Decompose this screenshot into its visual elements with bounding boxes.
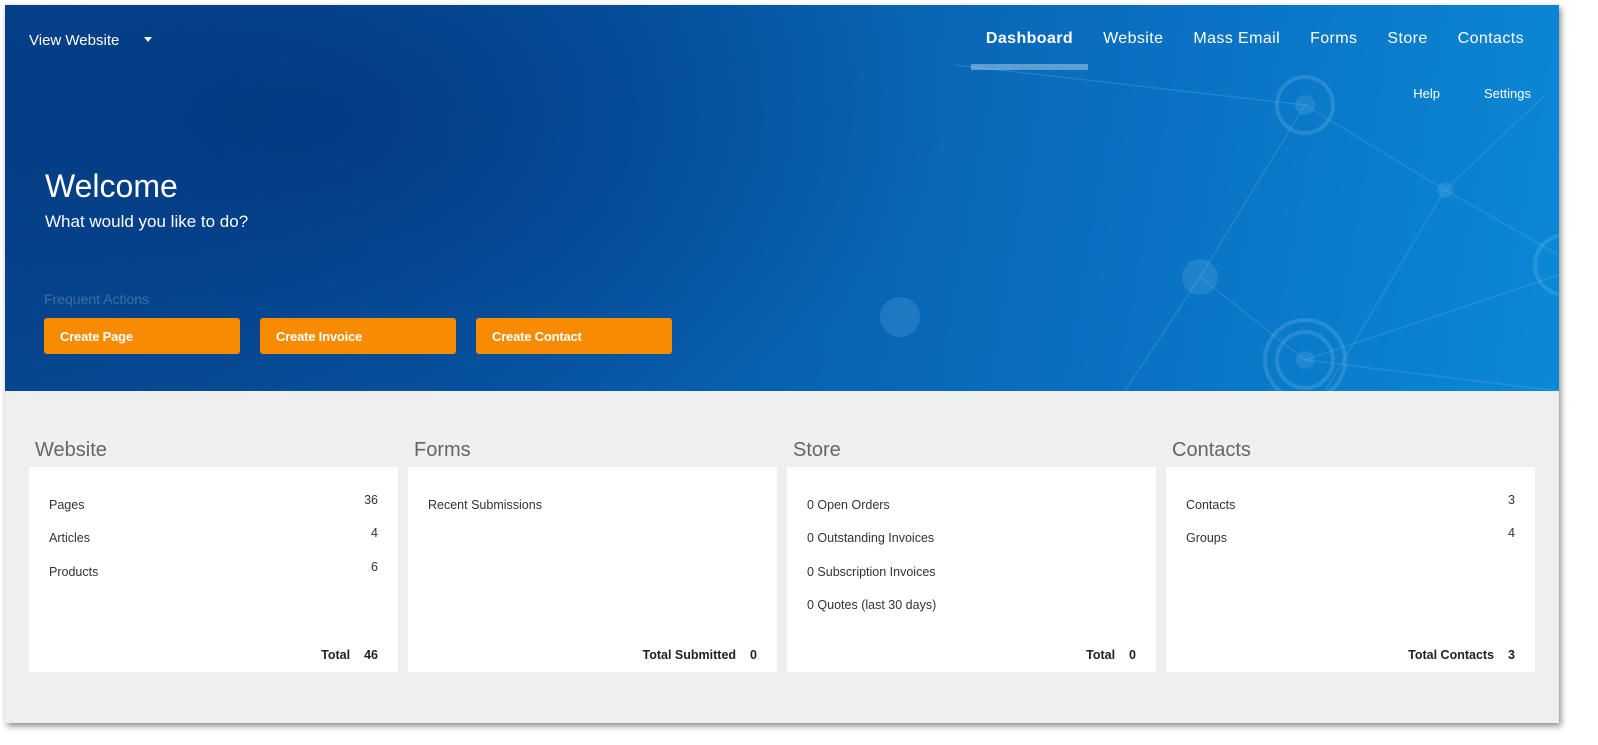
total-value: 46: [364, 648, 378, 662]
total-value: 0: [750, 648, 757, 662]
row-label: 0 Open Orders: [807, 498, 890, 512]
contacts-panel-card: Contacts 3 Groups 4 Total Contacts 3: [1166, 467, 1535, 672]
frequent-actions: Create Page Create Invoice Create Contac…: [44, 318, 672, 354]
website-row-products[interactable]: Products 6: [49, 560, 378, 583]
website-panel: Website Pages 36 Articles 4 Products 6 T…: [29, 439, 398, 672]
row-label: Contacts: [1186, 498, 1236, 512]
store-row-outstanding-invoices[interactable]: 0 Outstanding Invoices: [807, 529, 1136, 549]
row-label: 0 Outstanding Invoices: [807, 531, 935, 545]
row-label: Products: [49, 565, 99, 579]
view-website-dropdown[interactable]: View Website: [29, 30, 155, 50]
app-window: View Website Dashboard Website Mass Emai…: [5, 5, 1559, 723]
row-label: Pages: [49, 498, 85, 512]
create-invoice-button[interactable]: Create Invoice: [260, 318, 456, 354]
view-website-label: View Website: [29, 31, 120, 49]
nav-dashboard[interactable]: Dashboard: [970, 27, 1089, 70]
create-contact-button[interactable]: Create Contact: [476, 318, 672, 354]
store-panel: Store 0 Open Orders 0 Outstanding Invoic…: [787, 439, 1156, 672]
contacts-total: Total Contacts 3: [1408, 648, 1515, 662]
nav-mass-email[interactable]: Mass Email: [1178, 27, 1295, 51]
main-navigation: Dashboard Website Mass Email Forms Store…: [970, 27, 1539, 70]
row-value: 6: [371, 560, 378, 574]
frequent-actions-label: Frequent Actions: [44, 291, 150, 307]
total-label: Total Submitted: [642, 648, 737, 662]
store-panel-card: 0 Open Orders 0 Outstanding Invoices 0 S…: [787, 467, 1156, 672]
dashboard-panels: Website Pages 36 Articles 4 Products 6 T…: [29, 439, 1535, 672]
row-label: 0 Quotes (last 30 days): [807, 598, 937, 612]
row-value: 36: [364, 493, 378, 507]
total-label: Total: [321, 648, 351, 662]
row-value: 4: [1508, 526, 1515, 540]
nav-contacts[interactable]: Contacts: [1443, 27, 1539, 51]
hero-banner: View Website Dashboard Website Mass Emai…: [5, 5, 1559, 391]
nav-forms[interactable]: Forms: [1295, 27, 1372, 51]
total-label: Total Contacts: [1408, 648, 1495, 662]
row-label: 0 Subscription Invoices: [807, 565, 936, 579]
website-panel-title: Website: [35, 439, 107, 461]
store-total: Total 0: [1086, 648, 1136, 662]
secondary-navigation: Help Settings: [1413, 86, 1531, 101]
caret-down-icon: [141, 33, 155, 47]
website-panel-card: Pages 36 Articles 4 Products 6 Total 46: [29, 467, 398, 672]
store-panel-title: Store: [793, 439, 841, 461]
contacts-panel-title: Contacts: [1172, 439, 1251, 461]
row-value: 4: [371, 526, 378, 540]
contacts-row-contacts[interactable]: Contacts 3: [1186, 493, 1515, 516]
forms-total: Total Submitted 0: [643, 648, 757, 662]
store-row-quotes[interactable]: 0 Quotes (last 30 days): [807, 596, 1136, 616]
row-value: 3: [1508, 493, 1515, 507]
help-link[interactable]: Help: [1413, 86, 1440, 101]
total-value: 0: [1129, 648, 1136, 662]
website-row-articles[interactable]: Articles 4: [49, 526, 378, 549]
nav-website[interactable]: Website: [1088, 27, 1178, 51]
welcome-subtitle: What would you like to do?: [45, 212, 249, 231]
forms-panel-title: Forms: [414, 439, 471, 461]
forms-panel: Forms Recent Submissions Total Submitted…: [408, 439, 777, 672]
welcome-title: Welcome: [45, 168, 178, 204]
forms-panel-card: Recent Submissions Total Submitted 0: [408, 467, 777, 672]
row-label: Articles: [49, 531, 90, 545]
total-value: 3: [1508, 648, 1515, 662]
row-label: Recent Submissions: [428, 498, 542, 512]
nav-store[interactable]: Store: [1372, 27, 1442, 51]
website-row-pages[interactable]: Pages 36: [49, 493, 378, 516]
contacts-panel: Contacts Contacts 3 Groups 4 Total Conta…: [1166, 439, 1535, 672]
row-label: Groups: [1186, 531, 1227, 545]
store-row-subscription-invoices[interactable]: 0 Subscription Invoices: [807, 563, 1136, 583]
create-page-button[interactable]: Create Page: [44, 318, 240, 354]
forms-row-recent-submissions[interactable]: Recent Submissions: [428, 496, 757, 516]
store-row-open-orders[interactable]: 0 Open Orders: [807, 496, 1136, 516]
settings-link[interactable]: Settings: [1484, 86, 1531, 101]
total-label: Total: [1086, 648, 1116, 662]
website-total: Total 46: [321, 648, 378, 662]
contacts-row-groups[interactable]: Groups 4: [1186, 526, 1515, 549]
